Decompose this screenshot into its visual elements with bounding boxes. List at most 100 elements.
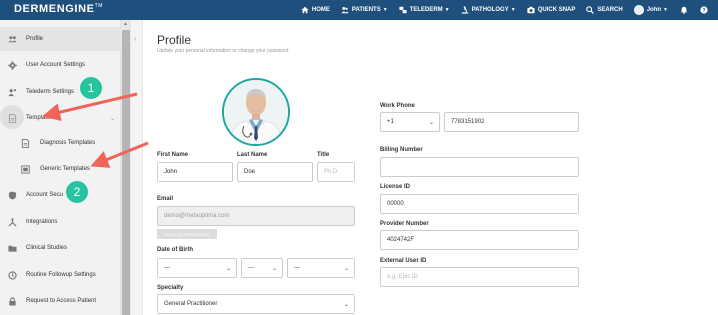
last-name-field[interactable]: Doe — [237, 162, 313, 182]
specialty-label: Specialty — [157, 285, 184, 291]
sidebar-item-integrations[interactable]: Integrations — [0, 210, 121, 234]
sidebar-item-clinical-studies[interactable]: Clinical Studies — [0, 236, 121, 260]
sidebar-item-routine-followup-settings[interactable]: Routine Followup Settings — [0, 263, 121, 287]
sidebar-item-label: Telederm Settings — [26, 89, 75, 95]
integration-icon — [8, 217, 17, 227]
lock-icon — [8, 296, 17, 306]
document-icon — [21, 138, 30, 148]
settings-sidebar: Profile User Account Settings Telederm S… — [0, 20, 121, 315]
nav-telederm[interactable]: TELEDERM ▼ — [399, 6, 450, 14]
change-password-button[interactable]: CHANGE PASSWORD — [157, 229, 217, 239]
sidebar-item-label: Templates — [26, 115, 54, 121]
nav-search[interactable]: SEARCH — [586, 6, 623, 14]
license-id-field[interactable]: 00000 — [380, 194, 579, 214]
chevron-down-icon: ⌄ — [271, 266, 277, 272]
main-nav: HOME PATIENTS ▼ TELEDERM ▼ PATHOLOGY ▼ QUIC… — [290, 0, 708, 20]
step-badge-2: 2 — [66, 181, 88, 203]
dob-month-select[interactable]: --- ⌄ — [157, 258, 237, 278]
sidebar-item-user-account-settings[interactable]: User Account Settings — [0, 53, 121, 77]
provider-number-label: Provider Number — [380, 221, 429, 227]
camera-icon — [527, 6, 535, 14]
sidebar-item-label: Account Secu — [26, 192, 64, 198]
email-field: demo@metaoptima.com — [157, 206, 355, 226]
chevron-down-icon: ▼ — [663, 7, 668, 13]
sidebar-item-diagnosis-templates[interactable]: Diagnosis Templates — [0, 131, 121, 155]
billing-number-field[interactable] — [380, 157, 579, 177]
top-navbar: DERMENGINETM HOME PATIENTS ▼ TELEDERM ▼ PA… — [0, 0, 718, 20]
dob-year-select[interactable]: --- ⌄ — [287, 258, 355, 278]
specialty-select[interactable]: General Practitioner ⌄ — [157, 294, 355, 314]
nav-pathology[interactable]: PATHOLOGY ▼ — [461, 6, 516, 14]
sidebar-item-label: Integrations — [26, 219, 58, 225]
chevron-down-icon: ▼ — [510, 7, 516, 13]
app-logo[interactable]: DERMENGINETM — [14, 3, 103, 15]
clock-icon — [8, 270, 17, 280]
nav-patients[interactable]: PATIENTS ▼ — [341, 6, 388, 14]
sidebar-item-generic-templates[interactable]: Generic Templates — [0, 157, 121, 181]
shield-icon — [8, 190, 17, 200]
nav-user-menu[interactable]: John ▼ — [633, 5, 668, 15]
dob-day-select[interactable]: --- ⌄ — [241, 258, 283, 278]
home-icon — [301, 6, 309, 14]
sidebar-item-profile[interactable]: Profile — [0, 27, 121, 51]
users-icon — [8, 35, 17, 44]
chevron-down-icon: ⌄ — [225, 266, 231, 272]
country-code-select[interactable]: +1 ⌄ — [380, 112, 440, 132]
chevron-down-icon: ▼ — [444, 7, 450, 13]
external-user-id-field[interactable]: e.g. Epic ID — [380, 267, 579, 287]
sidebar-item-label: Generic Templates — [40, 166, 90, 172]
image-doc-icon — [21, 164, 30, 174]
sidebar-item-label: Diagnosis Templates — [40, 140, 96, 146]
doctor-portrait-image — [224, 80, 288, 144]
chevron-down-icon: ⌄ — [343, 266, 349, 272]
work-phone-label: Work Phone — [380, 103, 415, 109]
help-icon: ? — [700, 6, 708, 14]
page-subtitle: Update your personal information or chan… — [157, 48, 290, 54]
sidebar-item-account-security[interactable]: Account Secu — [0, 183, 121, 207]
user-group-icon — [8, 88, 17, 97]
scrollbar-thumb[interactable] — [122, 30, 130, 315]
sidebar-collapse-toggle[interactable]: ‹ — [131, 20, 143, 315]
scroll-up-arrow-icon[interactable]: ▲ — [123, 21, 128, 27]
nav-home[interactable]: HOME — [301, 6, 330, 14]
sidebar-item-label: Routine Followup Settings — [26, 272, 96, 278]
microscope-icon — [461, 6, 468, 14]
external-user-id-label: External User ID — [380, 258, 427, 264]
chevron-down-icon: ⌄ — [343, 302, 349, 308]
sidebar-item-telederm-settings[interactable]: Telederm Settings — [0, 80, 121, 104]
billing-number-label: Billing Number — [380, 147, 423, 153]
users-icon — [341, 6, 349, 14]
chevron-down-icon: ⌄ — [428, 120, 434, 126]
nav-help[interactable]: ? — [700, 6, 708, 14]
title-label: Title — [317, 152, 330, 158]
search-icon — [586, 6, 595, 14]
work-phone-field[interactable]: 7783151902 — [444, 112, 579, 132]
nav-notifications[interactable] — [680, 6, 688, 14]
chevron-down-icon: ▼ — [382, 7, 388, 13]
profile-photo[interactable] — [222, 78, 290, 146]
last-name-label: Last Name — [237, 152, 268, 158]
svg-text:?: ? — [702, 8, 705, 14]
title-field[interactable]: Ph.D — [317, 162, 355, 182]
telederm-icon — [399, 6, 407, 14]
sidebar-scrollbar[interactable]: ▲ — [121, 20, 131, 315]
nav-quick-snap[interactable]: QUICK SNAP — [527, 6, 575, 14]
gear-icon — [8, 60, 17, 70]
sidebar-item-request-access[interactable]: Request to Access Patient — [0, 289, 121, 313]
step-badge-1: 1 — [80, 77, 102, 99]
provider-number-field[interactable]: 4024742F — [380, 230, 579, 250]
page-title: Profile — [157, 33, 192, 47]
date-of-birth-label: Date of Birth — [157, 247, 193, 253]
highlight-ring — [0, 105, 24, 129]
email-label: Email — [157, 196, 174, 202]
sidebar-item-label: Request to Access Patient — [26, 298, 97, 304]
sidebar-item-label: Clinical Studies — [26, 245, 68, 251]
sidebar-item-label: User Account Settings — [26, 62, 86, 68]
avatar — [633, 5, 644, 15]
license-id-label: License ID — [380, 184, 411, 190]
sidebar-item-label: Profile — [26, 36, 44, 42]
first-name-label: First Name — [157, 152, 189, 158]
folder-icon — [8, 244, 17, 253]
first-name-field[interactable]: John — [157, 162, 233, 182]
bell-icon — [680, 6, 688, 14]
